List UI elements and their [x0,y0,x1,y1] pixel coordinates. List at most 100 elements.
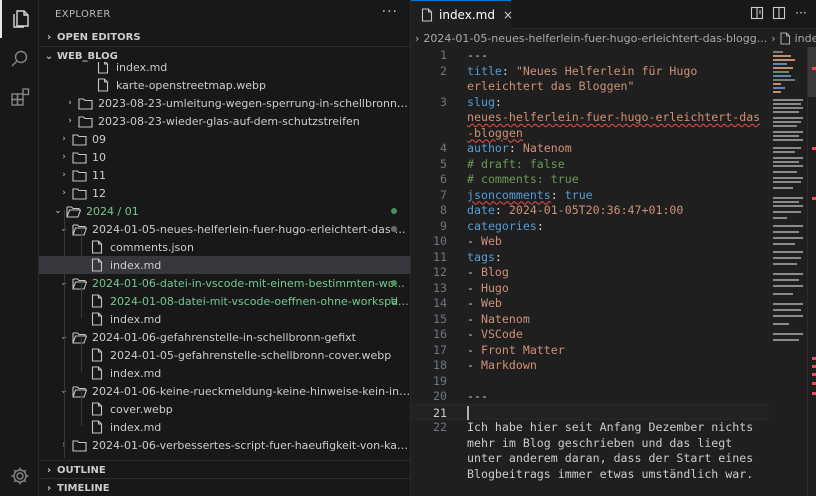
file-tree-item[interactable]: karte-openstreetmap.webp [39,76,410,94]
scrollbar-thumb[interactable] [808,47,816,97]
file-tree-item[interactable]: 2024-01-08-datei-mit-vscode-oeffnen-ohne… [39,292,410,310]
more-actions-icon[interactable]: ··· [382,4,398,20]
line-number: 19 [433,373,447,388]
scrollbar-error-marker [812,382,816,385]
code-line: 22 Ich habe hier seit Anfang Dezember nic… [411,419,769,435]
file-tree-item[interactable]: index.md [39,418,410,436]
minimap-line [773,59,795,61]
minimap-line [773,165,803,167]
minimap-line [773,315,803,317]
code-text: # comments: true [467,172,579,186]
file-tree-item[interactable]: 2024-01-05-gefahrenstelle-schellbronn-co… [39,346,410,364]
code-text: date: 2024-01-05T20:36:47+01:00 [467,203,684,217]
folder-icon [71,168,87,182]
code-line: 19 [411,373,769,389]
breadcrumb-folder[interactable]: 2024-01-05-neues-helferlein-fuer-hugo-er… [423,32,767,45]
code-line: 10 - Web [411,233,769,249]
folder-tree-item[interactable]: ⌄ 2024 / 01 [39,202,410,220]
code-line: 3 slug: [411,94,769,110]
minimap-line [773,157,803,159]
file-icon [421,8,433,22]
settings-gear-icon[interactable] [0,457,39,495]
tree-item-label: 11 [92,168,106,182]
file-tree-item[interactable]: comments.json [39,238,410,256]
more-actions-icon[interactable]: ··· [794,6,808,20]
code-line: 15 - Natenom [411,311,769,327]
folder-tree-item[interactable]: ⌄2024-01-05-neues-helferlein-fuer-hugo-e… [39,220,410,238]
line-number: 17 [433,342,447,357]
folder-open-icon [71,222,87,236]
extensions-icon[interactable] [0,78,39,116]
file-icon [780,31,791,45]
minimap-line [773,121,801,123]
chevron-right-icon: › [62,152,66,162]
code-line: 20 --- [411,388,769,404]
file-tree-item[interactable]: index.md [39,364,410,382]
scrollbar-error-marker [812,365,816,368]
close-icon[interactable]: × [503,8,513,22]
file-tree-item[interactable]: cover.webp [39,400,410,418]
minimap-line [773,99,803,101]
timeline-section[interactable]: › TIMELINE [39,478,410,496]
folder-tree-item[interactable]: › 10 [39,148,410,166]
scrollbar-error-marker [812,373,816,376]
folder-tree-item[interactable]: › 2023-08-23-umleitung-wegen-sperrung-in-… [39,94,410,112]
search-icon[interactable] [0,40,39,78]
folder-tree-item[interactable]: ⌄2024-01-06-gefahrenstelle-in-schellbron… [39,328,410,346]
code-text: --- [467,48,488,62]
folder-tree-item[interactable]: › 2023-08-23-wieder-glas-auf-dem-schutzst… [39,112,410,130]
code-line: 8 date: 2024-01-05T20:36:47+01:00 [411,202,769,218]
outline-section[interactable]: › OUTLINE [39,460,410,479]
minimap-line [773,107,803,109]
minimap-line [773,147,801,149]
line-number: 2 [440,63,447,78]
tree-item-label: 2024-01-06-datei-in-vscode-mit-einem-bes… [92,276,405,290]
chevron-right-icon: › [46,464,52,476]
folder-tree-item[interactable]: › 11 [39,166,410,184]
line-number: 5 [440,156,447,171]
chevron-down-icon: ⌄ [54,206,62,216]
folder-tree-item[interactable]: ⌄2024-01-06-keine-rueckmeldung-keine-hin… [39,382,410,400]
line-number: 16 [433,327,447,341]
folder-tree-item[interactable]: › 09 [39,130,410,148]
file-tree-item[interactable]: index.md [39,256,410,274]
editor-scrollbar[interactable] [807,47,816,496]
minimap-line [773,225,803,227]
minimap-line [773,111,799,113]
indent-guide [81,336,82,372]
minimap[interactable] [769,47,807,496]
code-text: jsoncomments: true [467,187,593,202]
file-tree-item[interactable]: index.md [39,62,410,76]
breadcrumb-separator-icon: › [415,31,420,45]
open-editors-section[interactable]: › OPEN EDITORS [39,28,410,47]
file-tree-item[interactable]: index.md [39,310,410,328]
line-number: 6 [440,172,447,186]
minimap-line [773,91,781,93]
folder-tree-item[interactable]: ›search [39,454,410,458]
files-icon[interactable] [0,0,39,38]
folder-tree-item[interactable]: ⌄2024-01-06-datei-in-vscode-mit-einem-be… [39,274,410,292]
code-line: erleichtert das Bloggen" [411,78,769,94]
code-text: author: Natenom [467,141,572,155]
tree-item-label: index.md [116,62,168,74]
split-editor-icon[interactable] [772,6,786,20]
indent-guide [64,210,65,458]
code-line: 9 categories: [411,218,769,234]
code-editor[interactable]: 1 --- 2 title: "Neues Helferlein für Hugo er… [411,47,769,496]
code-text: - VSCode [467,327,523,341]
code-line: 21 [411,403,769,420]
chevron-right-icon: › [68,116,72,126]
file-icon [95,78,111,92]
tab-index-md[interactable]: index.md × [411,0,513,29]
minimap-line [773,231,799,233]
chevron-right-icon: › [62,170,66,180]
line-number: 14 [433,296,447,310]
file-icon [89,420,105,434]
open-preview-icon[interactable] [750,6,764,20]
folder-tree-item[interactable]: › 12 [39,184,410,202]
breadcrumb-file[interactable]: index.md [795,32,816,45]
chevron-right-icon: › [68,98,72,108]
code-line: 5 # draft: false [411,156,769,172]
folder-tree-item[interactable]: ›2024-01-06-verbessertes-script-fuer-hae… [39,436,410,454]
minimap-line [773,51,783,53]
